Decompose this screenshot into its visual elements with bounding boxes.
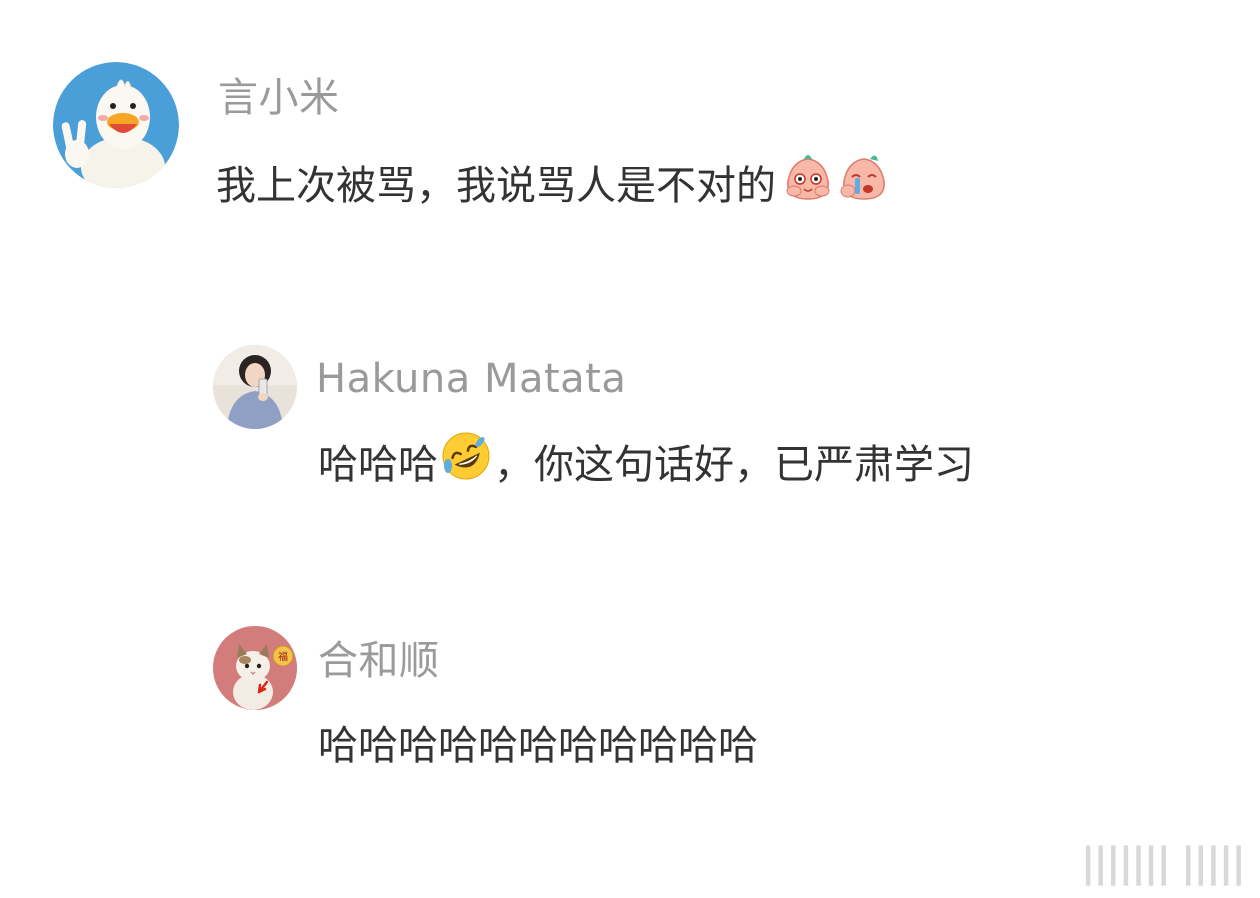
svg-text:福: 福 — [278, 650, 288, 663]
comment-text-content: 我上次被骂，我说骂人是不对的 — [216, 163, 776, 209]
user-avatar[interactable] — [213, 345, 297, 429]
comment-text-after: ，你这句话好，已严肃学习 — [494, 442, 974, 488]
username[interactable]: 言小米 — [218, 70, 340, 126]
username[interactable]: 合和顺 — [318, 633, 440, 689]
smirk-peach-emoji-icon — [782, 151, 834, 213]
watermark: ||||||| ||||| — [1080, 840, 1246, 886]
comment-text-content: 哈哈哈哈哈哈哈哈哈哈哈 — [318, 723, 758, 769]
username[interactable]: Hakuna Matata — [316, 351, 626, 407]
user-avatar[interactable]: 福 — [213, 626, 297, 710]
duck-avatar-icon — [53, 62, 179, 188]
user-avatar[interactable] — [53, 62, 179, 188]
comment-text-before: 哈哈哈 — [318, 442, 438, 488]
comment-text: 哈哈哈 ，你这句话好，已严肃学习 — [318, 430, 974, 492]
cat-photo-avatar-icon: 福 — [213, 626, 297, 710]
girl-selfie-avatar-icon — [213, 345, 297, 429]
comment-text: 哈哈哈哈哈哈哈哈哈哈哈 — [318, 714, 758, 770]
rolling-on-floor-laughing-emoji-icon — [440, 430, 492, 492]
comment-text: 我上次被骂，我说骂人是不对的 — [216, 154, 890, 210]
crying-peach-emoji-icon — [838, 151, 890, 213]
